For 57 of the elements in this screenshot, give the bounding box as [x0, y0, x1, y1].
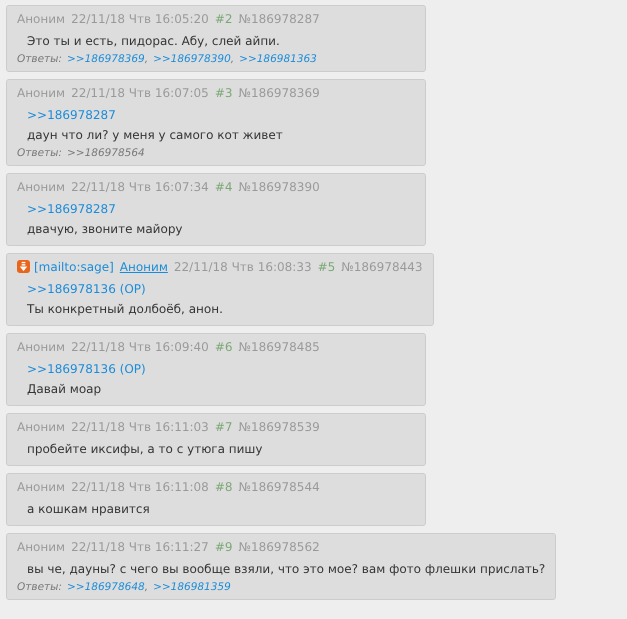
author-name: Аноним	[17, 86, 66, 100]
post-date: 22/11/18 Чтв 16:08:33	[174, 260, 312, 274]
separator: ,	[230, 53, 234, 65]
post-date: 22/11/18 Чтв 16:11:03	[71, 420, 209, 434]
author-name: Аноним	[17, 540, 66, 554]
reply-link[interactable]: >>186978390	[153, 53, 231, 65]
post-number[interactable]: #8	[214, 480, 233, 494]
post-text: вы че, дауны? с чего вы вообще взяли, что это мое? вам фото флешки прислать?	[27, 561, 546, 578]
post-text: а кошкам нравится	[27, 501, 151, 518]
post-number[interactable]: #2	[214, 12, 233, 26]
post-text: даун что ли? у меня у самого кот живет	[27, 127, 284, 144]
replies-label: Ответы:	[17, 581, 62, 593]
post-date: 22/11/18 Чтв 16:07:05	[71, 86, 209, 100]
reply-link[interactable]: >>186981359	[153, 581, 231, 593]
author-link[interactable]: Аноним	[120, 260, 168, 274]
post-date: 22/11/18 Чтв 16:05:20	[71, 12, 209, 26]
post-date: 22/11/18 Чтв 16:09:40	[71, 340, 209, 354]
quote-link[interactable]: >>186978287	[27, 199, 116, 219]
post-number[interactable]: #7	[214, 420, 233, 434]
post-date: 22/11/18 Чтв 16:07:34	[71, 180, 209, 194]
post-id[interactable]: №186978544	[238, 480, 320, 494]
post-text: Ты конкретный долбоёб, анон.	[27, 301, 224, 318]
replies-label: Ответы:	[17, 147, 62, 159]
email-link[interactable]: [mailto:sage]	[34, 260, 114, 274]
separator: ,	[144, 53, 148, 65]
separator: ,	[144, 581, 148, 593]
post-date: 22/11/18 Чтв 16:11:08	[71, 480, 209, 494]
author-name: Аноним	[17, 180, 66, 194]
replies-label: Ответы:	[17, 53, 62, 65]
quote-link[interactable]: >>186978287	[27, 105, 116, 125]
reply-link[interactable]: >>186978369	[66, 53, 145, 65]
post-number[interactable]: #4	[214, 180, 233, 194]
reply-link[interactable]: >>186978564	[66, 147, 145, 159]
author-name: Аноним	[17, 340, 66, 354]
post-id[interactable]: №186978369	[238, 86, 320, 100]
author-name: Аноним	[17, 12, 66, 26]
post-number[interactable]: #5	[318, 260, 336, 274]
post-text: пробейте иксифы, а то с утюга пишу	[27, 441, 264, 458]
post-id[interactable]: №186978562	[238, 540, 320, 554]
post-text: Это ты и есть, пидорас. Абу, слей айпи.	[27, 33, 281, 50]
quote-link[interactable]: >>186978136 (OP)	[27, 359, 146, 379]
post-id[interactable]: №186978443	[341, 260, 422, 274]
post-date: 22/11/18 Чтв 16:11:27	[71, 540, 209, 554]
post-text: двачую, звоните майору	[27, 221, 184, 238]
post-id[interactable]: №186978485	[238, 340, 320, 354]
quote-link[interactable]: >>186978136 (OP)	[27, 279, 146, 299]
post-number[interactable]: #3	[214, 86, 233, 100]
post-number[interactable]: #9	[214, 540, 233, 554]
author-name: Аноним	[17, 420, 66, 434]
post-id[interactable]: №186978390	[238, 180, 320, 194]
author-name: Аноним	[17, 480, 66, 494]
reply-link[interactable]: >>186978648	[66, 581, 145, 593]
post-text: Давай моар	[27, 381, 102, 398]
post-id[interactable]: №186978287	[238, 12, 320, 26]
post-id[interactable]: №186978539	[238, 420, 320, 434]
reply-link[interactable]: >>186981363	[239, 53, 317, 65]
post-number[interactable]: #6	[214, 340, 233, 354]
